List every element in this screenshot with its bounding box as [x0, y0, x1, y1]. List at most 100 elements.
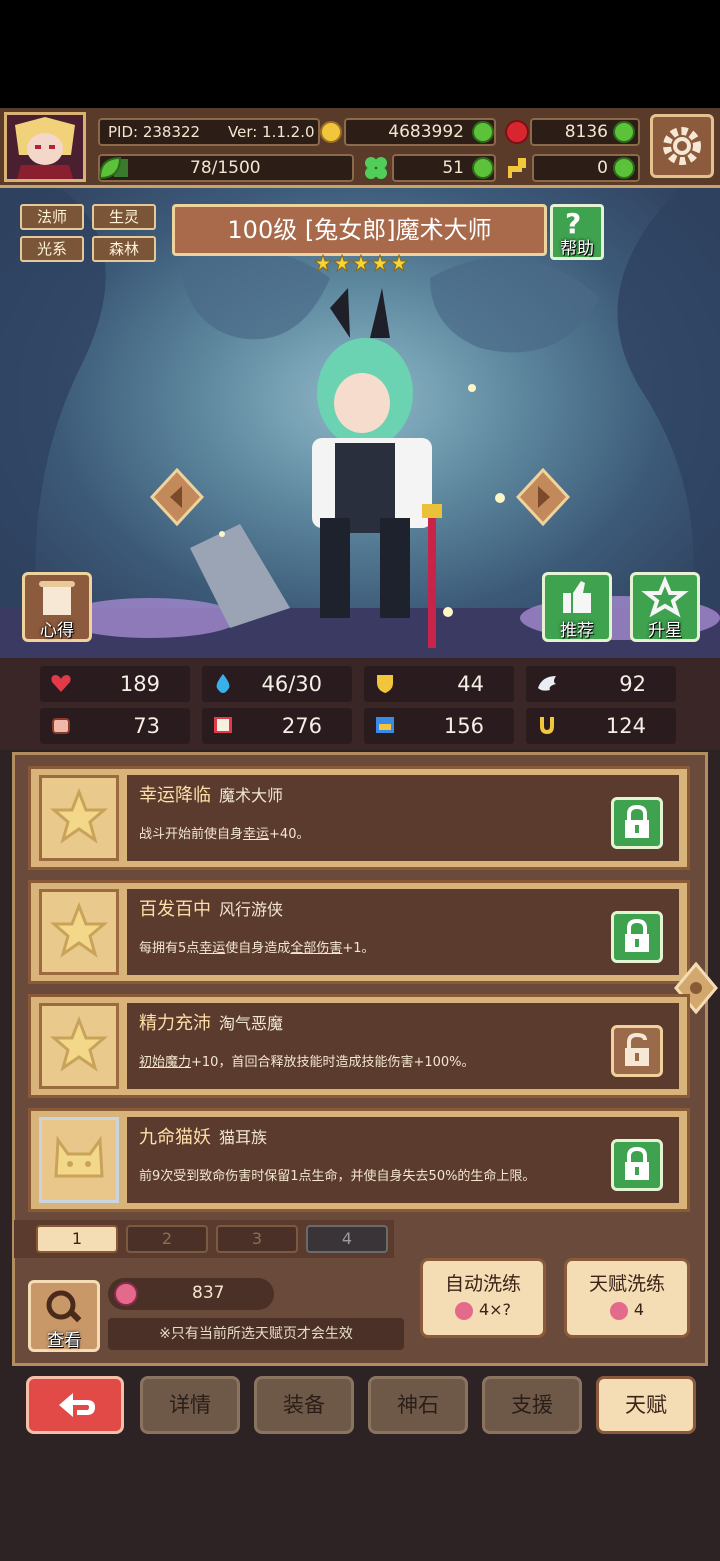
talent-card[interactable]: 精力充沛 淘气恶魔 初始魔力+10，首回合释放技能时造成技能伤害+100%。 [28, 994, 690, 1098]
xp-pill: 78/1500 [98, 154, 354, 182]
desc-text: 前9次受到致命伤害时保留1点生命，并使自身失去50%的生命上限。 [139, 1169, 536, 1184]
lock-icon [625, 918, 649, 952]
gem-amount: 8136 [564, 122, 608, 142]
next-hero-arrow[interactable] [515, 467, 571, 527]
stat-defense-value: 44 [457, 672, 484, 696]
talent-wash-cost: 4 [633, 1300, 645, 1319]
fruit-counter: 837 [108, 1278, 274, 1310]
page-tab-1[interactable]: 1 [36, 1225, 118, 1253]
prev-hero-arrow[interactable] [149, 467, 205, 527]
stat-attack: 73 [40, 708, 190, 744]
notes-label: 心得 [40, 621, 74, 641]
page-tab-4[interactable]: 4 [306, 1225, 388, 1253]
tag-class: 法师 [20, 204, 84, 230]
desc-keyword[interactable]: 幸运 [199, 941, 225, 956]
hero-title-plate: 100级 [兔女郎]魔术大师 [172, 204, 547, 256]
auto-wash-label: 自动洗练 [444, 1273, 521, 1295]
auto-wash-button[interactable]: 自动洗练 4×? [420, 1258, 546, 1338]
spellbook-icon [376, 717, 394, 733]
stat-magic-value: 276 [281, 714, 322, 738]
desc-text: +40。 [269, 827, 310, 842]
nav-equipment-tab[interactable]: 装备 [254, 1376, 354, 1434]
add-gems-button[interactable] [613, 121, 635, 143]
talent-source: 淘气恶魔 [219, 1014, 284, 1033]
stat-hp-value: 189 [119, 672, 160, 696]
view-label: 查看 [47, 1331, 81, 1351]
nav-support-tab[interactable]: 支援 [482, 1376, 582, 1434]
desc-text: 使自身造成 [225, 941, 291, 956]
talent-card[interactable]: 百发百中 风行游侠 每拥有5点幸运使自身造成全部伤害+1。 [28, 880, 690, 984]
fist-icon [52, 718, 70, 734]
nav-details-tab[interactable]: 详情 [140, 1376, 240, 1434]
thumbs-up-icon [563, 581, 591, 613]
fruit-count: 837 [192, 1283, 225, 1303]
peach-icon [454, 1301, 473, 1320]
help-button[interactable]: ? 帮助 [550, 204, 604, 260]
unlock-icon [625, 1032, 649, 1066]
desc-text: 战斗开始前使自身 [139, 827, 244, 842]
page-tab-2[interactable]: 2 [126, 1225, 208, 1253]
ruby-gem-icon [505, 120, 529, 144]
talent-source: 风行游侠 [219, 900, 284, 919]
recommend-label: 推荐 [560, 621, 594, 641]
stat-defense: 44 [364, 666, 514, 702]
nav-godstone-tab[interactable]: 神石 [368, 1376, 468, 1434]
talent-info: 百发百中 风行游侠 每拥有5点幸运使自身造成全部伤害+1。 [127, 889, 679, 975]
nav-talent-tab[interactable]: 天赋 [596, 1376, 696, 1434]
desc-keyword[interactable]: 全部伤害 [290, 941, 342, 956]
talent-info: 九命猫妖 猫耳族 前9次受到致命伤害时保留1点生命，并使自身失去50%的生命上限。 [127, 1117, 679, 1203]
stat-hp: 189 [40, 666, 190, 702]
talent-name: 九命猫妖 [139, 1127, 211, 1148]
talent-wash-label: 天赋洗练 [588, 1273, 665, 1295]
gold-amount: 4683992 [388, 122, 464, 142]
desc-text: +10，首回合释放技能时造成技能伤害+100%。 [191, 1055, 475, 1070]
lock-toggle-button[interactable] [611, 1139, 663, 1191]
player-avatar[interactable] [4, 112, 86, 182]
lock-toggle-button[interactable] [611, 1025, 663, 1077]
talent-name: 幸运降临 [139, 785, 211, 806]
desc-keyword[interactable]: 初始魔力 [139, 1055, 191, 1070]
tag-element: 光系 [20, 236, 84, 262]
help-label: 帮助 [560, 239, 594, 259]
status-bar-area [0, 0, 720, 108]
talent-source: 魔术大师 [219, 786, 284, 805]
peach-icon [609, 1301, 628, 1320]
page-tab-3[interactable]: 3 [216, 1225, 298, 1253]
stat-mana-value: 46/30 [261, 672, 322, 696]
stat-wisdom: 156 [364, 708, 514, 744]
talent-description: 每拥有5点幸运使自身造成全部伤害+1。 [139, 937, 375, 956]
talent-name: 精力充沛 [139, 1013, 211, 1034]
stat-wisdom-value: 156 [443, 714, 484, 738]
version-text: Ver: 1.1.2.0 [228, 123, 315, 141]
talent-info: 幸运降临 魔术大师 战斗开始前使自身幸运+40。 [127, 775, 679, 861]
desc-keyword[interactable]: 幸运 [243, 827, 269, 842]
gear-icon [663, 127, 701, 165]
recommend-button[interactable]: 推荐 [542, 572, 612, 642]
talent-card[interactable]: 九命猫妖 猫耳族 前9次受到致命伤害时保留1点生命，并使自身失去50%的生命上限。 [28, 1108, 690, 1212]
leaf-icon [98, 156, 122, 180]
add-key-button[interactable] [613, 157, 635, 179]
talent-wash-button[interactable]: 天赋洗练 4 [564, 1258, 690, 1338]
notice-text: ※只有当前所选天赋页才会生效 [108, 1318, 404, 1350]
notes-button[interactable]: 心得 [22, 572, 92, 642]
lock-icon [625, 804, 649, 838]
star-upgrade-label: 升星 [648, 621, 682, 641]
xp-text: 78/1500 [190, 158, 261, 178]
star-rating [313, 253, 409, 274]
horseshoe-icon [540, 717, 554, 734]
peach-icon [114, 1282, 138, 1306]
add-clover-button[interactable] [472, 157, 494, 179]
back-button[interactable] [26, 1376, 124, 1434]
stat-speed-value: 92 [619, 672, 646, 696]
talent-card[interactable]: 幸运降临 魔术大师 战斗开始前使自身幸运+40。 [28, 766, 690, 870]
lock-toggle-button[interactable] [611, 911, 663, 963]
lock-toggle-button[interactable] [611, 797, 663, 849]
stat-mana: 46/30 [202, 666, 352, 702]
star-upgrade-button[interactable]: 升星 [630, 572, 700, 642]
add-gold-button[interactable] [472, 121, 494, 143]
view-button[interactable]: 查看 [28, 1280, 100, 1352]
clover-icon [362, 154, 390, 182]
settings-button[interactable] [650, 114, 714, 178]
talent-cat-badge [39, 1117, 119, 1203]
star-icon [49, 787, 109, 844]
